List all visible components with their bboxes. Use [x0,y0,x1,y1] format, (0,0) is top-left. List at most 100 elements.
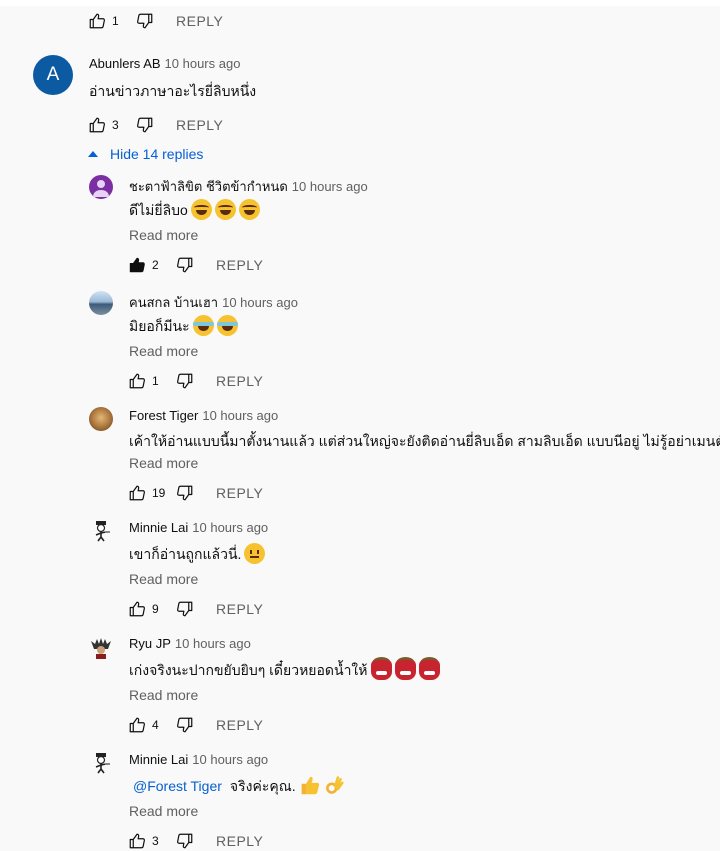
mention-link[interactable]: @Forest Tiger [133,778,222,794]
hide-replies-button[interactable]: Hide 14 replies [88,146,203,162]
avatar[interactable] [89,519,113,543]
ogre-emoji-icon [370,657,392,680]
like-count: 1 [152,374,159,388]
reply-text-content: ดีไม่ยี่ลิบo [129,202,188,218]
reply-author-line: Ryu JP 10 hours ago [129,636,251,651]
samurai-icon [91,638,111,659]
reply-time[interactable]: 10 hours ago [192,520,268,535]
reply-time[interactable]: 10 hours ago [175,636,251,651]
reply-button[interactable]: REPLY [216,601,263,617]
reply-author-line: Forest Tiger 10 hours ago [129,408,278,423]
reply-time[interactable]: 10 hours ago [192,752,268,767]
avatar[interactable]: A [33,55,73,95]
avatar-letter: A [46,64,60,85]
reply-author-line: Minnie Lai 10 hours ago [129,752,268,767]
like-count: 9 [152,602,159,616]
like-count: 19 [152,486,166,500]
reply-text-content: มิยอก็มีนะ [129,318,190,334]
comment-action-bar: 1 REPLY [88,11,223,31]
reply-time[interactable]: 10 hours ago [292,179,368,194]
reply-button[interactable]: REPLY [216,485,263,501]
avatar[interactable] [89,751,113,775]
like-icon[interactable] [88,12,106,30]
reply-button[interactable]: REPLY [216,257,263,273]
reply-action-bar: 19 REPLY [128,483,263,503]
rofl-emoji-icon [238,199,260,220]
like-icon[interactable] [128,832,146,850]
reply-text: ดีไม่ยี่ลิบo [129,199,260,222]
dislike-icon[interactable] [136,116,154,134]
ogre-emoji-icon [418,657,440,680]
comment-author[interactable]: Abunlers AB [89,56,161,71]
reply-action-bar: 9 REPLY [128,599,263,619]
reply-time[interactable]: 10 hours ago [222,295,298,310]
read-more-link[interactable]: Read more [129,455,198,471]
reply-author[interactable]: ชะตาฟ้าลิขิต ชีวิตข้ากำหนด [129,179,288,194]
dislike-icon[interactable] [176,372,194,390]
joy-emoji-icon [192,315,214,336]
like-icon[interactable] [88,116,106,134]
rofl-emoji-icon [214,199,236,220]
like-count: 3 [152,834,159,848]
avatar[interactable] [89,175,113,199]
reply-text-content: จริงค่ะคุณ. [229,778,296,794]
read-more-link[interactable]: Read more [129,227,198,243]
like-count: 1 [112,14,119,28]
like-icon[interactable] [128,484,146,502]
hide-replies-label: Hide 14 replies [110,146,204,162]
reply-action-bar: 4 REPLY [128,715,263,735]
reply-author[interactable]: คนสกล บ้านเฮา [129,295,218,310]
read-more-link[interactable]: Read more [129,803,198,819]
reply-author[interactable]: Minnie Lai [129,520,188,535]
like-icon[interactable] [128,600,146,618]
like-filled-icon[interactable] [128,256,146,274]
reply-text: @Forest Tiger จริงค่ะคุณ. [129,775,344,798]
ok-hand-emoji-icon [323,775,344,796]
read-more-link[interactable]: Read more [129,687,198,703]
like-count: 2 [152,258,159,272]
stick-figure-icon [95,521,110,542]
avatar[interactable] [89,291,113,315]
dislike-icon[interactable] [136,12,154,30]
comment-text: อ่านข่าวภาษาอะไรยี่ลิบหนึ่ง [89,83,257,99]
comment-action-bar: 3 REPLY [88,115,223,135]
reply-button[interactable]: REPLY [216,833,263,849]
reply-time[interactable]: 10 hours ago [202,408,278,423]
read-more-link[interactable]: Read more [129,343,198,359]
stick-figure-icon [95,753,110,774]
caret-up-icon [88,151,98,157]
dislike-icon[interactable] [176,716,194,734]
like-count: 4 [152,718,159,732]
reply-text: เก่งจริงนะปากขยับยิบๆ เดี๋ยวหยอดน้ำให้ [129,657,440,682]
dislike-icon[interactable] [176,600,194,618]
reply-button[interactable]: REPLY [176,13,223,29]
dislike-icon[interactable] [176,256,194,274]
reply-button[interactable]: REPLY [216,373,263,389]
avatar[interactable] [89,635,113,659]
rofl-emoji-icon [190,199,212,220]
reply-action-bar: 3 REPLY [128,831,263,851]
reply-button[interactable]: REPLY [216,717,263,733]
reply-text: เขาก็อ่านถูกแล้วนี่. [129,543,266,566]
like-icon[interactable] [128,716,146,734]
reply-text-content: เขาก็อ่านถูกแล้วนี่. [129,546,242,562]
avatar[interactable] [89,407,113,431]
reply-author[interactable]: Minnie Lai [129,752,188,767]
dislike-icon[interactable] [176,832,194,850]
reply-button[interactable]: REPLY [176,117,223,133]
comment-author-line: Abunlers AB 10 hours ago [89,56,240,71]
comment-time[interactable]: 10 hours ago [165,56,241,71]
reply-author[interactable]: Forest Tiger [129,408,198,423]
reply-text: เค้าให้อ่านแบบนี้มาตั้งนานแล้ว แต่ส่วนให… [129,433,720,449]
reply-text: มิยอก็มีนะ [129,315,238,338]
like-icon[interactable] [128,372,146,390]
top-strip [0,0,720,6]
read-more-link[interactable]: Read more [129,571,198,587]
reply-author-line: คนสกล บ้านเฮา 10 hours ago [129,292,298,313]
reply-author-line: Minnie Lai 10 hours ago [129,520,268,535]
dislike-icon[interactable] [176,484,194,502]
reply-action-bar: 2 REPLY [128,255,263,275]
reply-text-content: เก่งจริงนะปากขยับยิบๆ เดี๋ยวหยอดน้ำให้ [129,662,368,678]
person-icon [93,180,109,197]
reply-author[interactable]: Ryu JP [129,636,171,651]
